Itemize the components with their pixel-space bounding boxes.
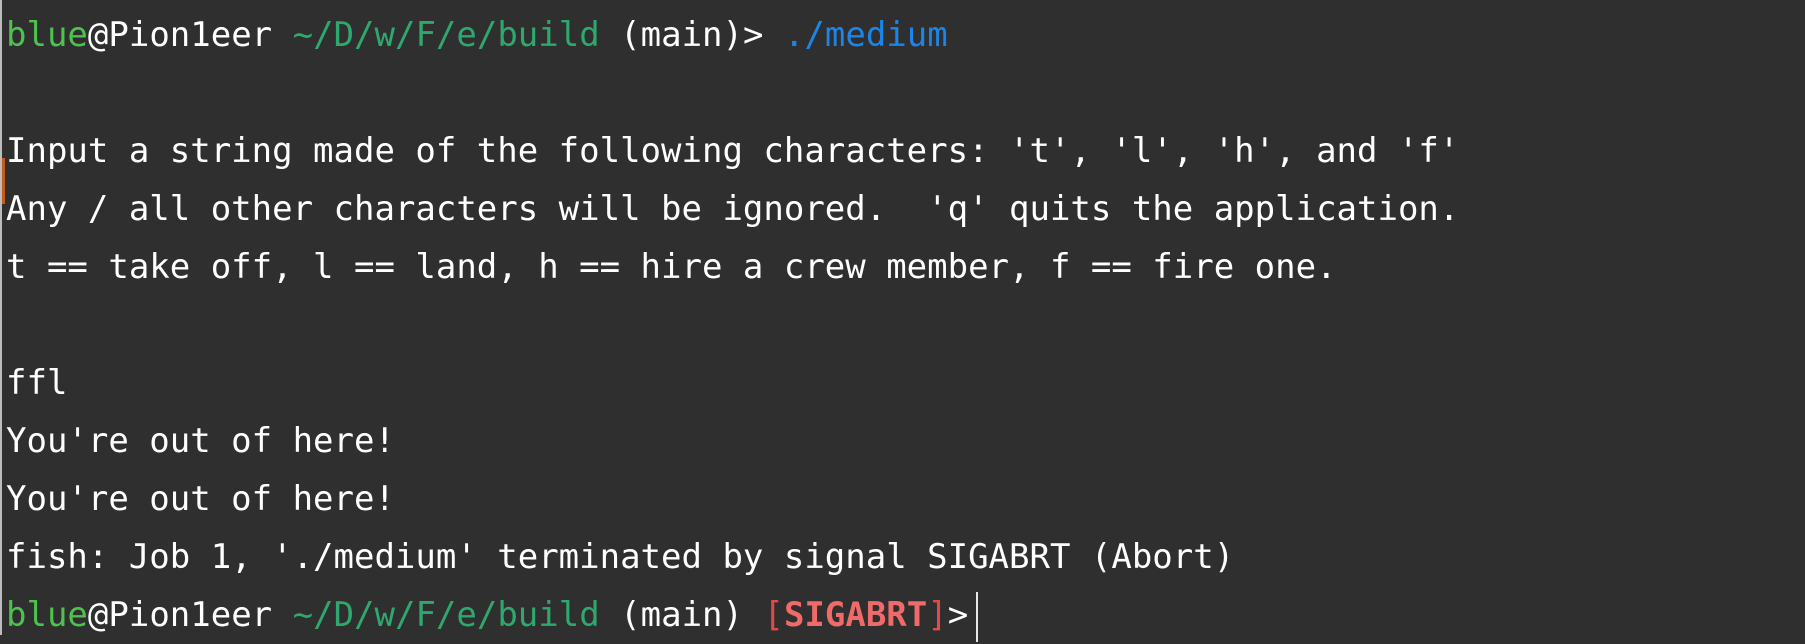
prompt-host: Pion1eer [108,15,273,55]
status-open-bracket: [ [763,595,784,635]
prompt-branch: (main) [620,595,743,635]
prompt-line-1: blue@Pion1eer ~/D/w/F/e/build (main)> ./… [6,6,948,64]
prompt-at: @ [87,595,109,635]
prompt-branch: (main) [620,15,743,55]
left-edge-accent [2,158,5,204]
status-close-bracket: ] [927,595,948,635]
text-cursor[interactable] [976,591,979,642]
output-line-fish-error: fish: Job 1, './medium' terminated by si… [6,537,1235,577]
output-line-fired-1: You're out of here! [6,421,395,461]
prompt-cwd: ~/D/w/F/e/build [292,15,600,55]
entered-command: ./medium [783,15,948,55]
prompt-user: blue [6,15,88,55]
output-line-instructions: Input a string made of the following cha… [6,131,1460,171]
terminal-window[interactable]: blue@Pion1eer ~/D/w/F/e/build (main)> ./… [0,0,1805,642]
user-input-line: ffl [6,363,68,403]
prompt-cwd: ~/D/w/F/e/build [292,595,600,635]
prompt-at: @ [87,15,109,55]
status-signal: SIGABRT [783,595,928,635]
prompt-symbol: > [742,15,764,55]
output-line-ignored: Any / all other characters will be ignor… [6,189,1460,229]
prompt-host: Pion1eer [108,595,273,635]
prompt-user: blue [6,595,88,635]
output-line-fired-2: You're out of here! [6,479,395,519]
prompt-symbol: > [947,595,969,635]
prompt-line-2[interactable]: blue@Pion1eer ~/D/w/F/e/build (main) [SI… [6,586,979,644]
output-line-legend: t == take off, l == land, h == hire a cr… [6,247,1337,287]
